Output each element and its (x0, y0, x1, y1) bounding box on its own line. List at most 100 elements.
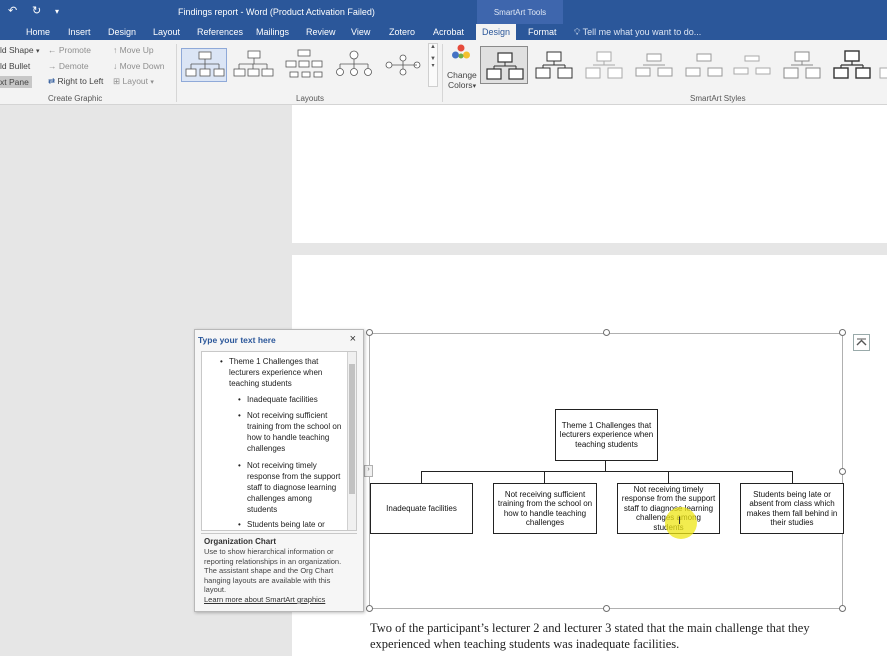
add-bullet-button[interactable]: ld Bullet (0, 61, 30, 71)
org-chart-thumb-icon (185, 51, 225, 77)
undo-icon[interactable]: ↶ (8, 4, 17, 17)
quick-access-dropdown-icon[interactable]: ▾ (55, 7, 59, 16)
learn-more-link[interactable]: Learn more about SmartArt graphics (204, 595, 325, 604)
layout-description-text: Use to show hierarchical information or … (204, 547, 342, 594)
add-shape-button[interactable]: ld Shape ▾ (0, 45, 39, 55)
bullet-icon: • (238, 461, 241, 470)
text-pane-toggle[interactable]: › (364, 465, 373, 477)
resize-handle[interactable] (603, 329, 610, 336)
close-icon[interactable]: × (350, 333, 356, 345)
redo-icon[interactable]: ↻ (32, 4, 41, 17)
swap-icon: ⇄ (48, 76, 56, 86)
tell-me-search[interactable]: 💡︎ Tell me what you want to do... (574, 27, 701, 38)
text-cursor-icon: I (678, 515, 682, 527)
layout-circle-picture-hierarchy[interactable] (331, 48, 377, 82)
bullet-icon: • (238, 411, 241, 420)
resize-handle[interactable] (603, 605, 610, 612)
layout-dropdown-button[interactable]: ⊞ Layout ▾ (113, 76, 154, 87)
smartart-text-pane[interactable]: Type your text here × • Theme 1 Challenge… (194, 329, 364, 612)
demote-button[interactable]: → Demote (48, 61, 89, 71)
smartart-style-moderate[interactable] (630, 46, 678, 84)
style-thumb-icon (486, 52, 524, 80)
tab-smartart-design[interactable]: Design (476, 24, 516, 40)
smartart-style-cartoon[interactable] (828, 46, 876, 84)
document-paragraph[interactable]: Two of the participant’s lecturer 2 and … (370, 620, 850, 652)
resize-handle[interactable] (839, 468, 846, 475)
list-item[interactable]: • Not receiving timely response from the … (238, 460, 342, 515)
smartart-style-more[interactable] (878, 46, 887, 84)
tab-view[interactable]: View (351, 27, 370, 37)
hierarchy-icon (385, 54, 421, 76)
arrow-down-icon: ↓ (113, 61, 118, 71)
smartart-style-subtle[interactable] (580, 46, 628, 84)
org-chart-node[interactable]: Not receiving sufficient training from t… (493, 483, 597, 534)
org-chart-node[interactable]: Inadequate facilities (370, 483, 473, 534)
layout-name-title-org-chart[interactable] (231, 48, 277, 82)
change-colors-button[interactable]: Change Colors▾ (445, 43, 477, 91)
smartart-style-simple-fill[interactable] (480, 46, 528, 84)
connector-line (792, 471, 793, 483)
create-graphic-group-label: Create Graphic (48, 94, 103, 103)
connector-line (668, 471, 669, 483)
tab-review[interactable]: Review (306, 27, 336, 37)
list-item[interactable]: • Inadequate facilities (238, 394, 342, 405)
style-thumb-icon (685, 53, 723, 77)
layout-hierarchy[interactable] (381, 48, 427, 82)
resize-handle[interactable] (839, 329, 846, 336)
tab-acrobat[interactable]: Acrobat (433, 27, 464, 37)
org-chart-node[interactable]: Students being late or absent from class… (740, 483, 844, 534)
layout-half-circle-org-chart[interactable] (281, 48, 327, 82)
layout-description: Organization Chart Use to show hierarchi… (201, 533, 357, 607)
tab-insert[interactable]: Insert (68, 27, 91, 37)
collapse-glyph-icon (856, 338, 867, 346)
style-thumb-icon (783, 51, 821, 79)
tab-zotero[interactable]: Zotero (389, 27, 415, 37)
org-chart-root-node[interactable]: Theme 1 Challenges that lecturers experi… (555, 409, 658, 461)
scrollbar-thumb[interactable] (349, 364, 355, 494)
text-pane-button[interactable]: xt Pane (0, 76, 32, 88)
smartart-tools-label: SmartArt Tools (477, 0, 563, 24)
page-previous[interactable] (292, 105, 887, 243)
connector-line (421, 471, 422, 483)
move-down-button[interactable]: ↓ Move Down (113, 61, 165, 71)
arrow-up-icon: ↑ (113, 45, 118, 55)
change-colors-label-2: Colors▾ (448, 80, 477, 90)
resize-handle[interactable] (366, 605, 373, 612)
ribbon: ld Shape ▾ ld Bullet xt Pane ← Promote →… (0, 40, 887, 105)
resize-handle[interactable] (366, 329, 373, 336)
layout-org-chart[interactable] (181, 48, 227, 82)
bullet-icon: • (238, 520, 241, 529)
tab-layout[interactable]: Layout (153, 27, 180, 37)
layouts-group-label: Layouts (296, 94, 325, 103)
right-to-left-button[interactable]: ⇄ Right to Left (48, 76, 103, 87)
separator (442, 44, 443, 102)
list-item[interactable]: • Students being late or (238, 519, 342, 530)
move-up-button[interactable]: ↑ Move Up (113, 45, 154, 55)
ribbon-tabs: Home Insert Design Layout References Mai… (0, 24, 887, 40)
resize-handle[interactable] (839, 605, 846, 612)
arrow-left-icon: ← (48, 45, 57, 55)
text-pane-title: Type your text here (198, 335, 276, 345)
style-thumb-icon (585, 51, 623, 79)
promote-button[interactable]: ← Promote (48, 45, 91, 55)
list-item[interactable]: • Not receiving sufficient training from … (238, 410, 342, 454)
tab-home[interactable]: Home (26, 27, 50, 37)
smartart-style-white-outline[interactable] (530, 46, 578, 84)
smartart-style-polished[interactable] (728, 46, 776, 84)
smartart-styles-group-label: SmartArt Styles (690, 94, 746, 103)
layouts-gallery-scroll[interactable]: ▲ ▼ ▾ (428, 43, 438, 87)
title-bar: ↶ ↻ ▾ Findings report - Word (Product Ac… (0, 0, 887, 24)
tell-me-text: Tell me what you want to do... (582, 27, 702, 37)
text-pane-scrollbar[interactable] (347, 352, 356, 530)
collapse-icon[interactable] (853, 334, 870, 351)
tab-mailings[interactable]: Mailings (256, 27, 289, 37)
tab-design[interactable]: Design (108, 27, 136, 37)
text-pane-list[interactable]: • Theme 1 Challenges that lecturers exper… (201, 351, 357, 531)
style-thumb-icon (635, 53, 673, 77)
smartart-style-inset[interactable] (778, 46, 826, 84)
window-title: Findings report - Word (Product Activati… (178, 7, 375, 17)
list-item[interactable]: • Theme 1 Challenges that lecturers exper… (220, 356, 335, 389)
tab-references[interactable]: References (197, 27, 243, 37)
smartart-style-intense[interactable] (680, 46, 728, 84)
tab-smartart-format[interactable]: Format (528, 27, 557, 37)
